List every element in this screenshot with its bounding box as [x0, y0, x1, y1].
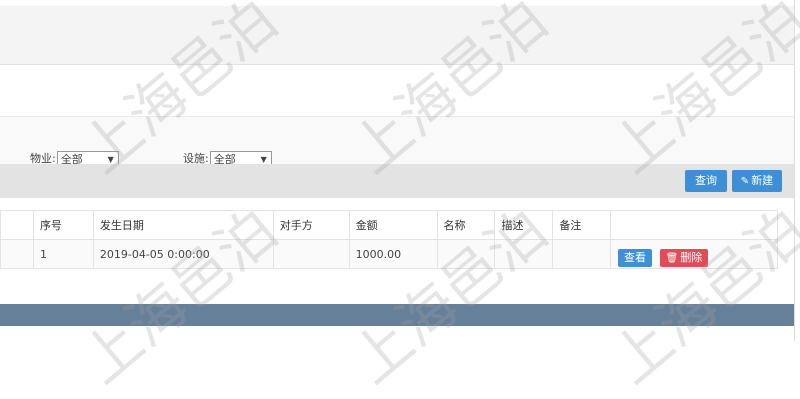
delete-button-label: 删除 — [680, 251, 703, 264]
new-button[interactable]: ✎ 新建 — [732, 170, 782, 192]
column-header: 序号 — [32, 210, 94, 240]
pencil-icon: ✎ — [740, 176, 750, 187]
cell-amount: 1000.00 — [348, 239, 438, 269]
view-button[interactable]: 查看 — [618, 249, 652, 267]
filter-facility: 设施: 全部 ▼ — [183, 140, 272, 166]
column-header: 发生日期 — [92, 210, 274, 240]
new-button-label: 新建 — [751, 174, 774, 187]
cell-desc — [494, 239, 554, 269]
footer-band — [0, 304, 794, 326]
cell-index: 1 — [32, 239, 94, 269]
table-header-row: 序号 发生日期 对手方 金额 名称 描述 备注 — [0, 210, 778, 240]
page-frame: 物业: 全部 ▼ 设施: 全部 ▼ 查询 ✎ 新建 序号 发生日期 对手方 金额 … — [0, 0, 800, 396]
filter-property-label: 物业: — [30, 152, 56, 165]
column-header: 对手方 — [272, 210, 350, 240]
column-header: 金额 — [348, 210, 438, 240]
delete-button[interactable]: 🗑 删除 — [660, 249, 708, 267]
filter-band — [0, 116, 794, 165]
column-header: 描述 — [494, 210, 554, 240]
row-select-cell[interactable] — [0, 239, 34, 269]
cell-name — [436, 239, 496, 269]
column-header-actions — [610, 210, 778, 240]
column-header: 备注 — [552, 210, 612, 240]
filter-property: 物业: 全部 ▼ — [30, 140, 119, 166]
filter-facility-label: 设施: — [183, 152, 209, 165]
column-header: 名称 — [436, 210, 496, 240]
query-button[interactable]: 查询 — [685, 170, 727, 192]
trash-icon: 🗑 — [665, 253, 679, 264]
toolbar-band — [0, 164, 794, 198]
cell-date: 2019-04-05 0:00:00 — [92, 239, 274, 269]
cell-note — [552, 239, 612, 269]
column-header-checkbox — [0, 210, 34, 240]
cell-counterparty — [272, 239, 350, 269]
header-band — [0, 6, 794, 65]
